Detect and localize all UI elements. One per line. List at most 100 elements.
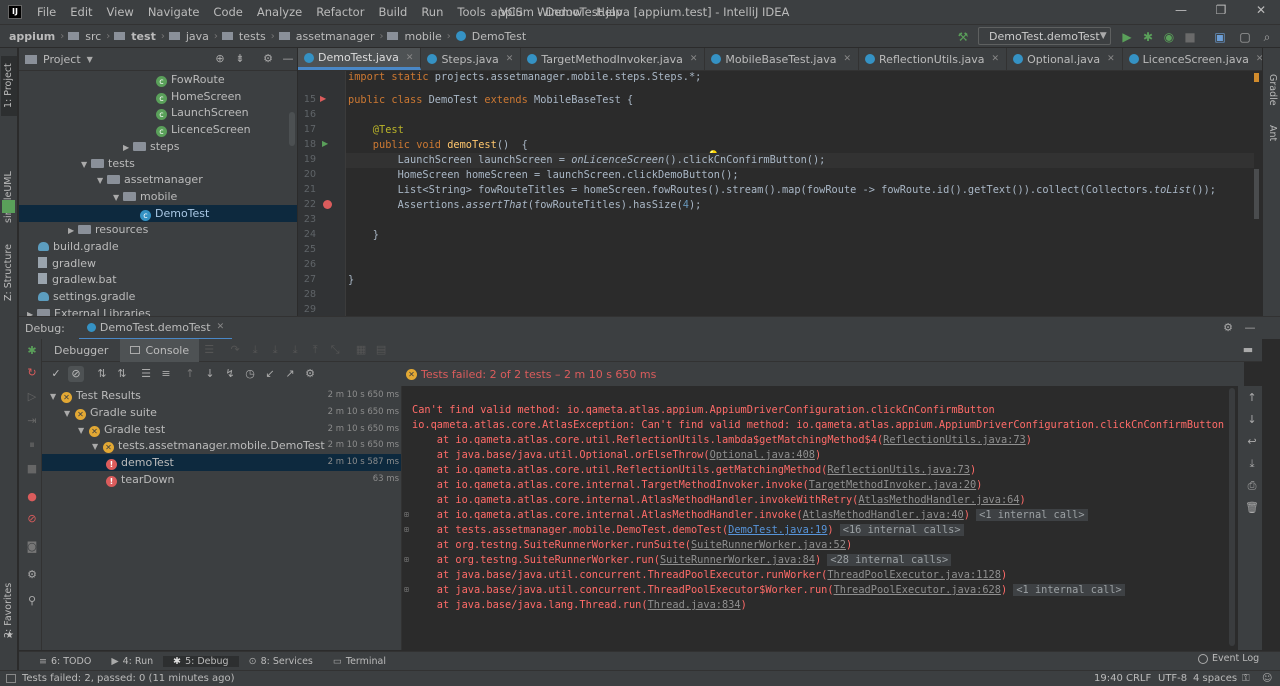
menu-analyze[interactable]: Analyze [250, 5, 309, 19]
project-tree-item[interactable]: c FowRoute [156, 71, 225, 88]
project-tree-item[interactable]: c DemoTest [19, 204, 297, 222]
locate-icon[interactable]: ⊕ [212, 51, 228, 67]
menu-code[interactable]: Code [206, 5, 249, 19]
run-configuration-dropdown[interactable]: DemoTest.demoTest ▼ [978, 27, 1111, 45]
status-message[interactable]: Tests failed: 2, passed: 0 (11 minutes a… [22, 673, 235, 684]
drop-frame-icon[interactable]: ⤡ [327, 342, 343, 358]
project-tree-item[interactable]: gradlew [38, 255, 96, 272]
stacktrace-link[interactable]: TargetMethodInvoker.java:20 [809, 479, 976, 491]
editor-tab[interactable]: LicenceScreen.java ✕ [1123, 48, 1262, 70]
debug-icon[interactable]: ✱ [1140, 29, 1156, 45]
project-tree-item[interactable]: settings.gradle [38, 288, 135, 305]
stacktrace-link[interactable]: ThreadPoolExecutor.java:1128 [827, 569, 1001, 581]
print-icon[interactable]: ⎙ [1244, 478, 1260, 494]
editor-tab[interactable]: MobileBaseTest.java ✕ [705, 48, 860, 70]
test-tree-row[interactable]: ▼ ✕ tests.assetmanager.mobile.DemoTest 2 m … [42, 437, 401, 455]
project-tree-item[interactable]: c HomeScreen [156, 88, 241, 105]
editor-tab[interactable]: DemoTest.java ✕ [298, 48, 422, 70]
project-tree-item[interactable]: ▶ steps [123, 138, 180, 155]
menu-view[interactable]: View [100, 5, 141, 19]
project-tree-item[interactable]: ▼ mobile [113, 188, 177, 205]
test-tree-row[interactable]: ▼ ✕ Gradle test 2 m 10 s 650 ms [42, 421, 401, 438]
lock-icon[interactable]: ⚿ [1242, 673, 1250, 684]
build-hammer-icon[interactable]: ⚒ [955, 29, 971, 45]
project-structure-icon[interactable]: ▣ [1212, 29, 1228, 45]
chevron-down-icon[interactable]: ▼ [113, 189, 123, 206]
breadcrumb-item[interactable]: test [128, 30, 159, 43]
tab-console[interactable]: Console [120, 338, 200, 362]
project-tree-item[interactable]: c LaunchScreen [156, 104, 249, 121]
stacktrace-link[interactable]: Thread.java:834 [648, 599, 741, 611]
close-icon[interactable]: ✕ [992, 54, 1000, 64]
fold-icon[interactable]: ⊞ [404, 555, 409, 564]
project-tree-item[interactable]: ▼ tests [81, 155, 135, 172]
internal-calls-fold[interactable]: <28 internal calls> [827, 554, 952, 566]
project-tree-item[interactable]: ▶ External Libraries [27, 305, 151, 316]
chevron-down-icon[interactable]: ▼ [81, 156, 91, 173]
chevron-right-icon[interactable]: ▶ [68, 222, 78, 239]
menu-refactor[interactable]: Refactor [309, 5, 371, 19]
menu-tools[interactable]: Tools [450, 5, 492, 19]
code-editor[interactable]: 💡import static projects.assetmanager.mob… [346, 71, 1254, 316]
tool-tab-gradle[interactable]: Gradle [1264, 68, 1280, 112]
project-tree-item[interactable]: build.gradle [38, 238, 119, 255]
bottom-tab[interactable]: ≡ 6: TODO [29, 656, 101, 667]
close-icon[interactable]: ✕ [406, 53, 414, 63]
caret-position[interactable]: 19:40 [1094, 673, 1123, 684]
previous-failed-icon[interactable]: ↑ [182, 366, 198, 382]
export-tests-icon[interactable]: ↗ [282, 366, 298, 382]
bottom-tab[interactable]: ⊙ 8: Services [239, 656, 323, 667]
test-tree-row[interactable]: ▼ ✕ Gradle suite 2 m 10 s 650 ms [42, 404, 401, 421]
tab-debugger[interactable]: Debugger [42, 339, 120, 362]
breadcrumb-item[interactable]: src [82, 30, 104, 43]
project-scrollbar[interactable] [289, 112, 295, 146]
fold-icon[interactable]: ⊞ [404, 585, 409, 594]
view-breakpoints-icon[interactable]: ● [24, 489, 40, 505]
chevron-down-icon[interactable]: ▼ [92, 438, 103, 455]
camera-icon[interactable]: ◙ [24, 539, 40, 555]
gear-icon[interactable]: ⚙ [260, 51, 276, 67]
test-tree-row[interactable]: ! tearDown 63 ms [42, 471, 401, 488]
project-tree-item[interactable]: ▼ assetmanager [97, 171, 203, 188]
minimize-icon[interactable]: — [1172, 3, 1190, 21]
fold-icon[interactable]: ⊞ [404, 525, 409, 534]
stacktrace-link[interactable]: Optional.java:408 [710, 449, 815, 461]
chevron-right-icon[interactable]: ▶ [123, 139, 133, 156]
menu-run[interactable]: Run [414, 5, 450, 19]
internal-calls-fold[interactable]: <1 internal call> [976, 509, 1088, 521]
chevron-right-icon[interactable]: ▶ [27, 306, 37, 316]
internal-calls-fold[interactable]: <16 internal calls> [839, 524, 964, 536]
import-tests-icon[interactable]: ↙ [262, 366, 278, 382]
collapse-all-icon[interactable]: ≡ [158, 366, 174, 382]
run-icon[interactable]: ▶ [1119, 29, 1135, 45]
stacktrace-link[interactable]: ThreadPoolExecutor.java:628 [834, 584, 1001, 596]
tool-tab-ant[interactable]: Ant [1264, 118, 1280, 148]
menu-vcs[interactable]: VCS [493, 5, 530, 19]
gear-icon[interactable]: ⚙ [302, 366, 318, 382]
show-ignored-icon[interactable]: ⊘ [68, 366, 84, 382]
indent-setting[interactable]: 4 spaces [1193, 673, 1237, 684]
pause-icon[interactable]: ⏸ [24, 437, 40, 453]
trace-icon[interactable]: ▤ [373, 342, 389, 358]
run-gutter-icon[interactable]: ▶ [322, 139, 328, 148]
tool-tab-simpleuml[interactable]: simpleUML [1, 168, 17, 226]
menu-help[interactable]: Help [589, 5, 629, 19]
gear-icon[interactable]: ⚙ [1220, 320, 1236, 336]
hide-icon[interactable]: — [1242, 320, 1258, 336]
close-icon[interactable]: ✕ [843, 54, 851, 64]
stop-icon[interactable]: ■ [24, 461, 40, 477]
event-log-button[interactable]: Event Log [1198, 653, 1259, 664]
stacktrace-link[interactable]: ReflectionUtils.java:73 [883, 434, 1026, 446]
coverage-icon[interactable]: ◉ [1161, 29, 1177, 45]
layout-icon[interactable]: ▢ [1237, 29, 1253, 45]
step-icon[interactable]: ⇥ [24, 413, 40, 429]
breadcrumb-item[interactable]: mobile [401, 30, 444, 43]
internal-calls-fold[interactable]: <1 internal call> [1013, 584, 1125, 596]
close-icon[interactable]: ✕ [1107, 54, 1115, 64]
layout-settings-icon[interactable]: ▬ [1240, 342, 1256, 358]
rerun-icon[interactable]: ✱ [24, 343, 40, 359]
scroll-thumb[interactable] [1229, 388, 1235, 646]
stacktrace-link[interactable]: SuiteRunnerWorker.java:84 [660, 554, 815, 566]
chevron-down-icon[interactable]: ▼ [50, 388, 61, 405]
stacktrace-link[interactable]: SuiteRunnerWorker.java:52 [691, 539, 846, 551]
